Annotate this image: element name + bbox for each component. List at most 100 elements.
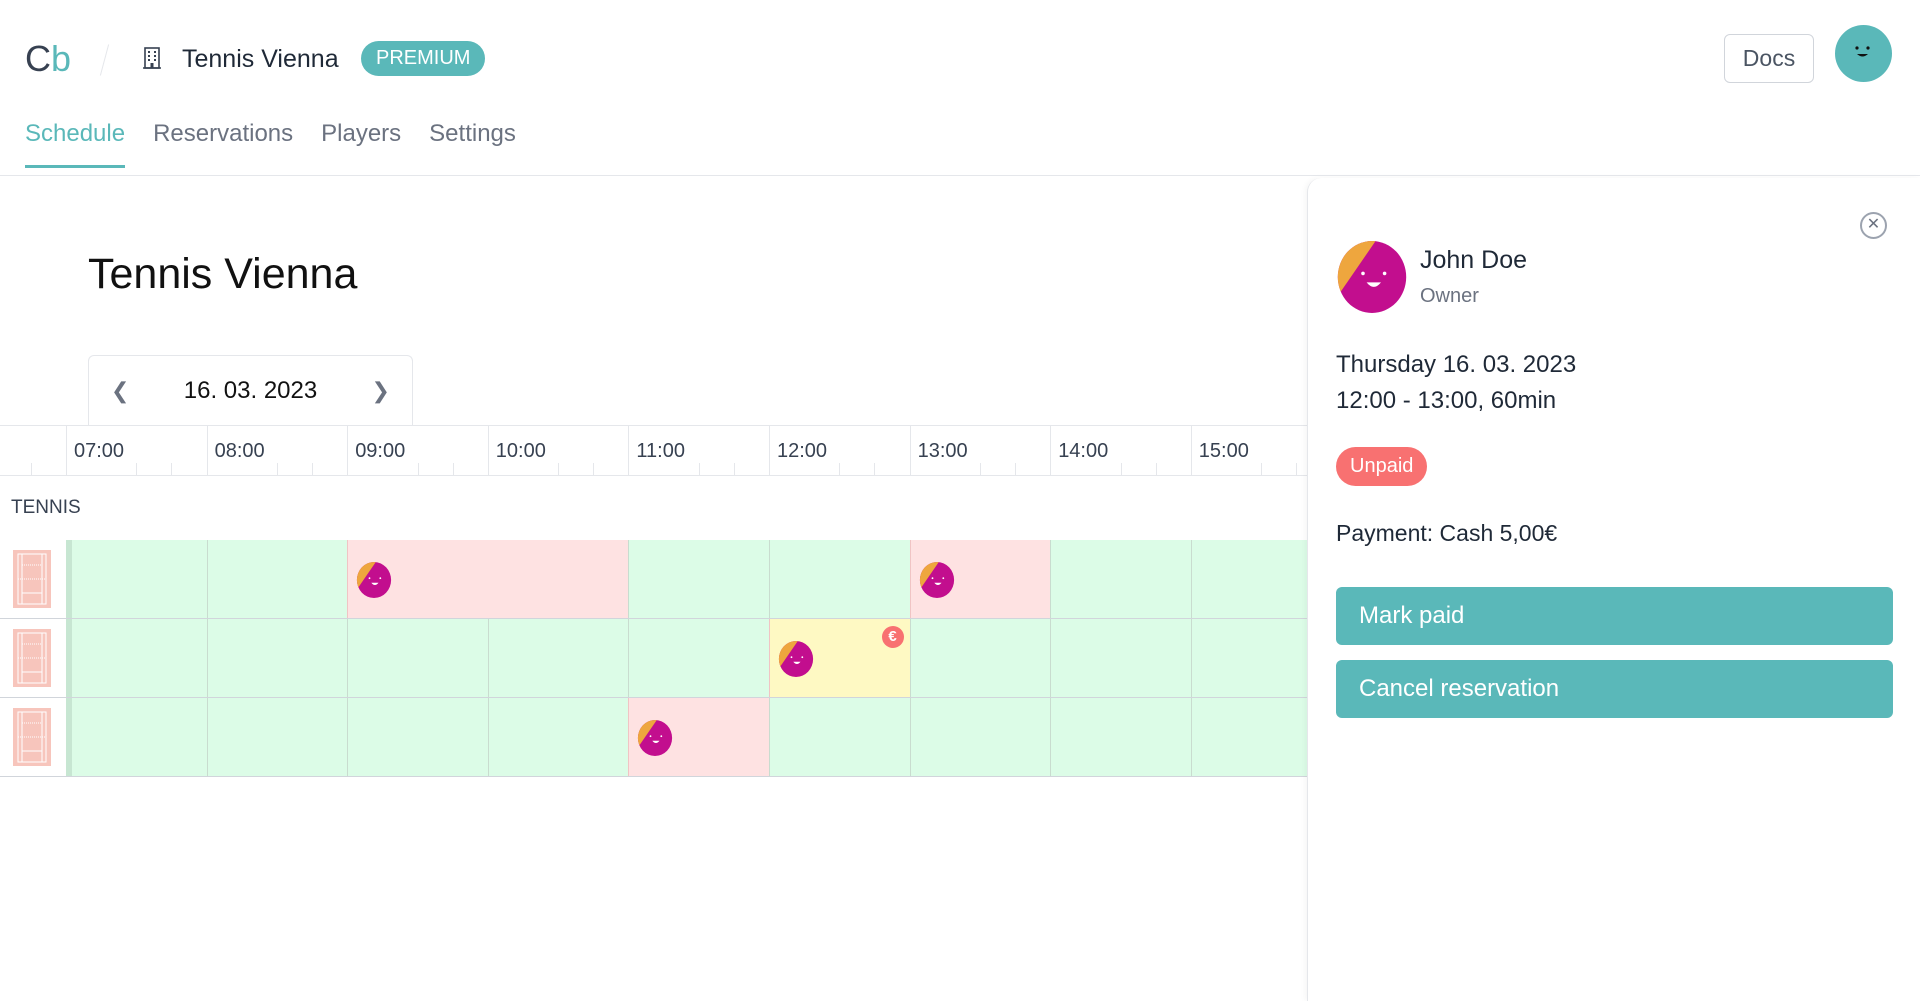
reservation-block[interactable] xyxy=(909,540,1051,618)
free-slot[interactable] xyxy=(769,698,910,776)
payment-info: Payment: Cash 5,00€ xyxy=(1336,520,1558,546)
free-slot[interactable] xyxy=(628,540,769,618)
tab-players[interactable]: Players xyxy=(321,120,401,168)
timeline-tick xyxy=(698,463,700,475)
hour-label: 12:00 xyxy=(777,440,828,462)
docs-button[interactable]: Docs xyxy=(1724,34,1814,83)
reservation-block[interactable]: € xyxy=(769,619,910,697)
hour-line xyxy=(769,426,770,476)
player-avatar-icon xyxy=(778,641,814,677)
nav-tabs: Schedule Reservations Players Settings xyxy=(25,120,516,168)
sport-label: TENNIS xyxy=(11,497,81,518)
hour-line xyxy=(206,426,208,476)
timeline-tick xyxy=(31,463,32,475)
tab-settings[interactable]: Settings xyxy=(429,120,516,168)
player-avatar-icon xyxy=(357,562,392,598)
logo[interactable]: Cb xyxy=(25,38,71,80)
hour-line xyxy=(628,426,630,476)
hour-label: 07:00 xyxy=(74,440,125,462)
timeline-tick xyxy=(733,463,735,475)
hour-line xyxy=(1050,426,1052,476)
hour-line xyxy=(66,426,67,476)
building-icon xyxy=(143,47,161,69)
timeline-tick xyxy=(979,463,981,475)
reservation-date: Thursday 16. 03. 2023 xyxy=(1336,351,1577,378)
free-slot[interactable] xyxy=(66,540,207,618)
hour-label: 14:00 xyxy=(1058,440,1109,462)
player-name: John Doe xyxy=(1420,246,1528,274)
free-slot[interactable] xyxy=(206,698,348,776)
timeline-tick xyxy=(276,463,278,475)
timeline-tick xyxy=(1296,463,1298,475)
player-avatar-icon xyxy=(919,562,954,598)
hour-line xyxy=(909,426,911,476)
hour-label: 11:00 xyxy=(636,440,685,462)
free-slot[interactable] xyxy=(628,619,769,697)
free-slot[interactable] xyxy=(347,619,488,697)
free-slot[interactable] xyxy=(66,619,207,697)
row-divider xyxy=(66,540,72,618)
current-date[interactable]: 16. 03. 2023 xyxy=(184,377,317,405)
free-slot[interactable] xyxy=(487,619,629,697)
mark-paid-button[interactable]: Mark paid xyxy=(1336,587,1893,645)
euro-icon: € xyxy=(881,626,904,648)
tab-schedule[interactable]: Schedule xyxy=(25,120,126,168)
timeline-tick xyxy=(1261,463,1263,475)
timeline-tick xyxy=(558,463,560,475)
player-role: Owner xyxy=(1420,285,1479,307)
hour-label: 09:00 xyxy=(355,440,406,462)
timeline-tick xyxy=(136,463,138,475)
cancel-reservation-button[interactable]: Cancel reservation xyxy=(1336,660,1893,718)
reservation-block[interactable] xyxy=(628,698,769,776)
free-slot[interactable] xyxy=(769,540,910,618)
tab-reservations[interactable]: Reservations xyxy=(153,120,293,168)
timeline-tick xyxy=(171,463,173,475)
date-picker: ❮ 16. 03. 2023 ❯ xyxy=(88,355,413,426)
breadcrumb-divider xyxy=(99,44,110,76)
smiley-icon xyxy=(1855,46,1870,57)
player-avatar-icon xyxy=(638,720,673,756)
free-slot[interactable] xyxy=(1050,540,1191,618)
row-divider xyxy=(66,619,72,697)
free-slot[interactable] xyxy=(206,540,348,618)
free-slot[interactable] xyxy=(1050,619,1191,697)
top-bar: Cb Tennis Vienna PREMIUM Docs Schedule R… xyxy=(0,0,1920,176)
organization-name[interactable]: Tennis Vienna xyxy=(182,45,339,74)
player-avatar xyxy=(1336,241,1408,318)
close-icon[interactable]: ✕ xyxy=(1860,212,1887,239)
free-slot[interactable] xyxy=(487,698,629,776)
logo-c: C xyxy=(25,38,51,79)
hour-line xyxy=(1190,426,1192,476)
reservation-detail-panel: ✕ John Doe Owner Thursday 16. 03. 2023 1… xyxy=(1307,178,1920,1001)
hour-label: 15:00 xyxy=(1198,440,1249,462)
hour-line xyxy=(487,426,489,476)
court-row: € xyxy=(0,619,1472,698)
reservation-block[interactable] xyxy=(347,540,629,618)
premium-badge: PREMIUM xyxy=(361,41,486,76)
free-slot[interactable] xyxy=(909,698,1051,776)
free-slot[interactable] xyxy=(909,619,1051,697)
user-avatar[interactable] xyxy=(1835,25,1892,82)
chevron-right-icon[interactable]: ❯ xyxy=(372,378,390,404)
player-avatar-icon xyxy=(1337,241,1407,313)
court-row xyxy=(0,698,1472,777)
timeline-tick xyxy=(1015,463,1017,475)
reservation-time: 12:00 - 13:00, 60min xyxy=(1336,387,1557,414)
hour-label: 10:00 xyxy=(495,440,546,462)
timeline-tick xyxy=(839,463,841,475)
hour-label: 13:00 xyxy=(917,440,968,462)
free-slot[interactable] xyxy=(347,698,488,776)
free-slot[interactable] xyxy=(66,698,207,776)
chevron-left-icon[interactable]: ❮ xyxy=(111,378,129,404)
timeline-tick xyxy=(312,463,314,475)
court-row xyxy=(0,540,1472,619)
timeline-tick xyxy=(593,463,595,475)
tennis-court-icon xyxy=(13,708,51,766)
free-slot[interactable] xyxy=(206,619,348,697)
hour-label: 08:00 xyxy=(214,440,265,462)
tennis-court-icon xyxy=(13,629,51,687)
free-slot[interactable] xyxy=(1050,698,1191,776)
timeline-header: 07:00 08:00 09:00 10:00 11:00 12:00 13:00 14:00… xyxy=(0,425,1438,476)
timeline-tick xyxy=(1120,463,1122,475)
page-title: Tennis Vienna xyxy=(88,250,358,298)
